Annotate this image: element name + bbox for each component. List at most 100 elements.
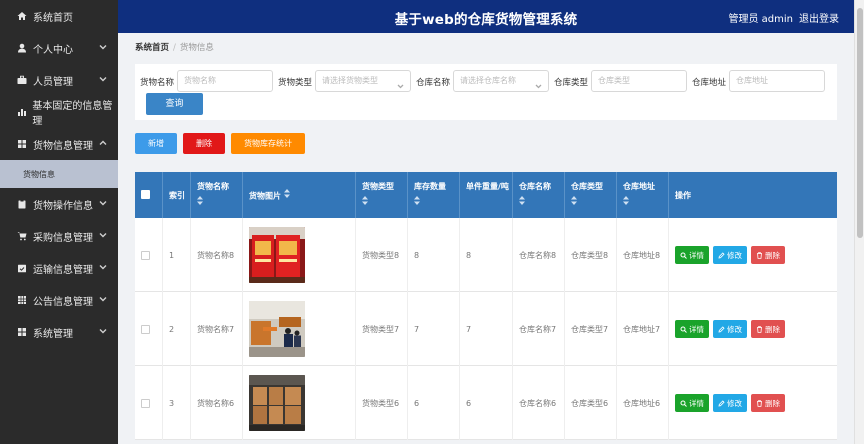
sidebar-item-personal-center[interactable]: 个人中心 (0, 32, 118, 64)
col-actions: 操作 (675, 191, 691, 200)
cell-actions: 详情 修改 删除 (669, 366, 837, 440)
sidebar-item-home[interactable]: 系统首页 (0, 0, 118, 32)
button-label: 修改 (727, 398, 742, 408)
col-label: 货物图片 (249, 191, 281, 201)
cell-warehouse-name: 仓库名称8 (513, 218, 565, 292)
table-row: 1 货物名称8 货物类型8 8 8 仓库名称8 仓库类型8 仓库地址8 详情 修… (135, 218, 837, 292)
sidebar-item-label: 货物信息管理 (33, 140, 93, 152)
warehouse-name-select[interactable]: 请选择仓库名称 (453, 70, 549, 92)
breadcrumb-home[interactable]: 系统首页 (135, 43, 169, 53)
sidebar-item-label: 运输信息管理 (33, 264, 93, 276)
bar-chart-icon (16, 106, 27, 118)
sort-icon (571, 196, 577, 205)
select-all-checkbox[interactable] (141, 190, 150, 199)
trash-icon (757, 399, 762, 407)
remove-button[interactable]: 删除 (751, 246, 785, 264)
placeholder-text: 货物名称 (184, 76, 216, 85)
col-label: 仓库类型 (571, 182, 603, 191)
placeholder-text: 请选择货物类型 (322, 76, 378, 85)
cell-warehouse-name: 仓库名称6 (513, 366, 565, 440)
delete-button[interactable]: 删除 (183, 133, 225, 154)
edit-button[interactable]: 修改 (713, 320, 747, 338)
vertical-scrollbar[interactable] (854, 0, 864, 444)
table-row: 2 货物名称7 货物类型7 7 7 仓库名称7 仓库类型7 仓库地址7 详情 修… (135, 292, 837, 366)
sidebar-item-goods-operation[interactable]: 货物操作信息 (0, 188, 118, 220)
add-button[interactable]: 新增 (135, 133, 177, 154)
row-checkbox[interactable] (141, 398, 150, 408)
sidebar-item-basic-info[interactable]: 基本固定的信息管理 (0, 96, 118, 128)
pencil-icon (718, 251, 725, 259)
sidebar-item-staff[interactable]: 人员管理 (0, 64, 118, 96)
cell-warehouse-address: 仓库地址7 (617, 292, 669, 366)
cell-stock: 7 (408, 292, 460, 366)
user-label: 管理员 admin (728, 14, 793, 25)
row-check-cell (135, 292, 163, 366)
logout-link[interactable]: 退出登录 (799, 14, 839, 25)
col-goods-type[interactable]: 货物类型 (356, 172, 408, 218)
warehouse-address-input[interactable]: 仓库地址 (729, 70, 825, 92)
detail-button[interactable]: 详情 (675, 246, 709, 264)
edit-button[interactable]: 修改 (713, 394, 747, 412)
row-checkbox[interactable] (141, 250, 150, 260)
cell-goods-image (243, 218, 356, 292)
placeholder-text: 仓库类型 (598, 76, 630, 85)
col-label: 货物名称 (197, 182, 229, 191)
edit-button[interactable]: 修改 (713, 246, 747, 264)
sidebar-item-goods-info[interactable]: 货物信息管理 (0, 128, 118, 160)
scrollbar-thumb[interactable] (857, 8, 863, 238)
sidebar-item-transport[interactable]: 运输信息管理 (0, 252, 118, 284)
red-cabinet-photo[interactable] (249, 227, 305, 283)
warehouse-type-input[interactable]: 仓库类型 (591, 70, 687, 92)
sort-icon (414, 196, 420, 205)
cell-actions: 详情 修改 删除 (669, 218, 837, 292)
sidebar-subitem-goods[interactable]: 货物信息 (0, 160, 118, 188)
grid-icon (16, 138, 28, 150)
row-check-cell (135, 218, 163, 292)
cell-index: 3 (163, 366, 191, 440)
remove-button[interactable]: 删除 (751, 320, 785, 338)
sidebar-item-label: 采购信息管理 (33, 232, 93, 244)
button-label: 修改 (727, 324, 742, 334)
cell-warehouse-type: 仓库类型6 (565, 366, 617, 440)
cell-warehouse-name: 仓库名称7 (513, 292, 565, 366)
goods-type-select[interactable]: 请选择货物类型 (315, 70, 411, 92)
cell-goods-name: 货物名称8 (191, 218, 243, 292)
cell-goods-image (243, 292, 356, 366)
row-checkbox[interactable] (141, 324, 150, 334)
chevron-down-icon (99, 199, 107, 207)
sidebar-item-notice[interactable]: 公告信息管理 (0, 284, 118, 316)
sort-icon (623, 196, 629, 205)
col-warehouse-address[interactable]: 仓库地址 (617, 172, 669, 218)
trash-icon (757, 251, 762, 259)
goods-name-input[interactable]: 货物名称 (177, 70, 273, 92)
cell-warehouse-address: 仓库地址6 (617, 366, 669, 440)
col-unit-weight[interactable]: 单件重量/吨 (460, 172, 513, 218)
pencil-icon (718, 399, 725, 407)
col-warehouse-name[interactable]: 仓库名称 (513, 172, 565, 218)
col-warehouse-type[interactable]: 仓库类型 (565, 172, 617, 218)
search-icon (680, 400, 687, 407)
sidebar-item-system[interactable]: 系统管理 (0, 316, 118, 348)
sidebar-item-label: 货物操作信息 (33, 200, 93, 212)
sidebar-item-label: 系统管理 (33, 328, 73, 340)
cell-warehouse-address: 仓库地址8 (617, 218, 669, 292)
warehouse-workers-photo[interactable] (249, 301, 305, 357)
sidebar: 系统首页 个人中心 人员管理 基本固定的信息管理 货物信息管理 货物信息 货物操… (0, 0, 118, 444)
col-goods-name[interactable]: 货物名称 (191, 172, 243, 218)
query-button[interactable]: 查询 (146, 93, 203, 115)
stock-stats-button[interactable]: 货物库存统计 (231, 133, 305, 154)
col-index[interactable]: 索引 (163, 172, 191, 218)
sidebar-item-label: 人员管理 (33, 76, 73, 88)
chevron-down-icon (99, 295, 107, 303)
cell-goods-type: 货物类型7 (356, 292, 408, 366)
sidebar-item-purchase[interactable]: 采购信息管理 (0, 220, 118, 252)
detail-button[interactable]: 详情 (675, 320, 709, 338)
remove-button[interactable]: 删除 (751, 394, 785, 412)
search-icon (680, 252, 687, 259)
cell-goods-name: 货物名称7 (191, 292, 243, 366)
detail-button[interactable]: 详情 (675, 394, 709, 412)
col-goods-image[interactable]: 货物图片 (243, 172, 356, 218)
boxes-stack-photo[interactable] (249, 375, 305, 431)
col-stock[interactable]: 库存数量 (408, 172, 460, 218)
sidebar-item-label: 基本固定的信息管理 (32, 101, 113, 127)
